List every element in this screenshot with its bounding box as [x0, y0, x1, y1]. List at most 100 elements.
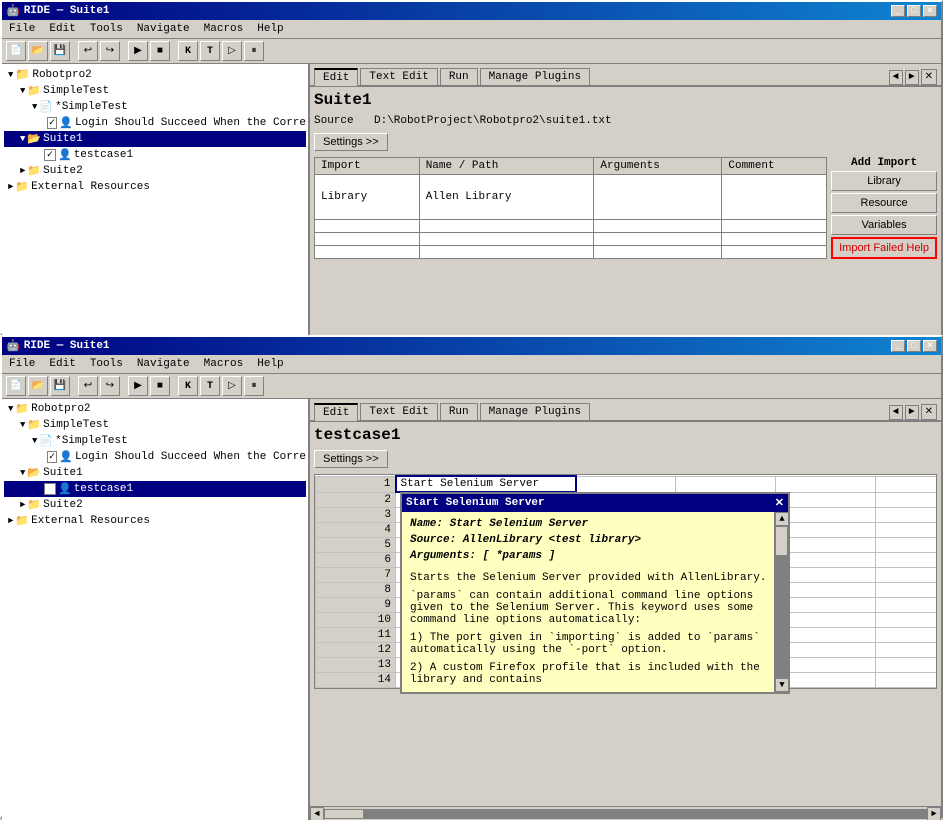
tree2-arrow-simpletest-file[interactable]: ▼: [32, 436, 37, 446]
tree-arrow-robotpro2[interactable]: ▼: [8, 70, 13, 80]
tree-item-suite1[interactable]: ▼ 📂 Suite1: [4, 131, 306, 147]
kw-arg-6-3[interactable]: [876, 553, 938, 568]
menu-file-1[interactable]: File: [6, 22, 38, 36]
menu-tools-2[interactable]: Tools: [87, 357, 126, 371]
kw-arg-10-2[interactable]: [776, 613, 876, 628]
tab-plugins-1[interactable]: Manage Plugins: [480, 68, 590, 85]
tab-plugins-2[interactable]: Manage Plugins: [480, 403, 590, 420]
tooltip-scroll-thumb[interactable]: [775, 526, 788, 556]
kw-arg-5-3[interactable]: [876, 538, 938, 553]
tab-next-2[interactable]: ►: [905, 405, 919, 420]
tree2-item-suite1[interactable]: ▼ 📂 Suite1: [4, 465, 306, 481]
kw-arg-13-3[interactable]: [876, 658, 938, 673]
tree-item-robotpro2[interactable]: ▼ 📁 Robotpro2: [4, 66, 306, 83]
kw-arg-11-3[interactable]: [876, 628, 938, 643]
tree2-arrow-simpletest[interactable]: ▼: [20, 420, 25, 430]
tree2-item-simpletest[interactable]: ▼ 📁 SimpleTest: [4, 417, 306, 433]
kw-arg-7-3[interactable]: [876, 568, 938, 583]
scroll-track[interactable]: [324, 809, 927, 819]
kw-arg-12-3[interactable]: [876, 643, 938, 658]
tab-run-1[interactable]: Run: [440, 68, 478, 85]
toolbar2-redo[interactable]: ↪: [100, 376, 120, 396]
toolbar2-undo[interactable]: ↩: [78, 376, 98, 396]
tree-arrow-simpletest[interactable]: ▼: [20, 86, 25, 96]
tree2-item-login[interactable]: ✓ 👤 Login Should Succeed When the Corre: [4, 449, 306, 465]
checkbox-testcase1[interactable]: ✓: [44, 149, 56, 161]
maximize-btn-2[interactable]: □: [907, 340, 921, 352]
menu-help-1[interactable]: Help: [254, 22, 286, 36]
kw-arg-5-2[interactable]: [776, 538, 876, 553]
kw-arg-3-3[interactable]: [876, 508, 938, 523]
scroll-thumb[interactable]: [324, 809, 364, 819]
toolbar-redo[interactable]: ↪: [100, 41, 120, 61]
toolbar2-t[interactable]: T: [200, 376, 220, 396]
kw-arg-14-2[interactable]: [776, 673, 876, 688]
tree-panel-1[interactable]: ▼ 📁 Robotpro2 ▼ 📁 SimpleTest ▼ 📄 *Simple…: [2, 64, 310, 337]
menu-tools-1[interactable]: Tools: [87, 22, 126, 36]
toolbar-play[interactable]: ▷: [222, 41, 242, 61]
kw-arg-8-2[interactable]: [776, 583, 876, 598]
checkbox2-login[interactable]: ✓: [47, 451, 57, 463]
close-btn-1[interactable]: ✕: [923, 5, 937, 17]
toolbar-open[interactable]: 📂: [28, 41, 48, 61]
minimize-btn-2[interactable]: _: [891, 340, 905, 352]
kw-arg-3-2[interactable]: [776, 508, 876, 523]
tree-item-simpletest-file[interactable]: ▼ 📄 *SimpleTest: [4, 99, 306, 115]
tree2-item-simpletest-file[interactable]: ▼ 📄 *SimpleTest: [4, 433, 306, 449]
toolbar2-play[interactable]: ▷: [222, 376, 242, 396]
toolbar2-new[interactable]: 📄: [6, 376, 26, 396]
menu-macros-1[interactable]: Macros: [201, 22, 247, 36]
toolbar-stop[interactable]: ■: [150, 41, 170, 61]
checkbox-login[interactable]: ✓: [47, 117, 57, 129]
tree-item-testcase1[interactable]: ✓ 👤 testcase1: [4, 147, 306, 163]
kw-arg-1-1[interactable]: [676, 476, 776, 492]
settings-btn-1[interactable]: Settings >>: [314, 133, 388, 151]
tab-edit-2[interactable]: Edit: [314, 403, 358, 421]
resource-btn[interactable]: Resource: [831, 193, 937, 213]
kw-arg-2-2[interactable]: [776, 492, 876, 508]
settings-btn-2[interactable]: Settings >>: [314, 450, 388, 468]
toolbar-new[interactable]: 📄: [6, 41, 26, 61]
toolbar-pause[interactable]: ⏸: [244, 41, 264, 61]
tooltip-close-btn[interactable]: ✕: [775, 496, 784, 510]
menu-navigate-1[interactable]: Navigate: [134, 22, 193, 36]
toolbar2-k[interactable]: K: [178, 376, 198, 396]
tree2-item-suite2[interactable]: ► 📁 Suite2: [4, 497, 306, 513]
menu-macros-2[interactable]: Macros: [201, 357, 247, 371]
menu-edit-2[interactable]: Edit: [46, 357, 78, 371]
kw-arg-14-3[interactable]: [876, 673, 938, 688]
kw-arg-11-2[interactable]: [776, 628, 876, 643]
kw-arg-9-2[interactable]: [776, 598, 876, 613]
tree2-arrow-robotpro2[interactable]: ▼: [8, 404, 13, 414]
toolbar-k[interactable]: K: [178, 41, 198, 61]
kw-arg-2-3[interactable]: [876, 492, 938, 508]
kw-arg-6-2[interactable]: [776, 553, 876, 568]
kw-arg-9-3[interactable]: [876, 598, 938, 613]
toolbar2-open[interactable]: 📂: [28, 376, 48, 396]
menu-help-2[interactable]: Help: [254, 357, 286, 371]
import-failed-btn[interactable]: Import Failed Help: [831, 237, 937, 259]
tab-prev-2[interactable]: ◄: [889, 405, 903, 420]
tab-textedit-1[interactable]: Text Edit: [360, 68, 437, 85]
tree2-arrow-suite1[interactable]: ▼: [20, 468, 25, 478]
kw-arg-1-0[interactable]: [576, 476, 676, 492]
variables-btn[interactable]: Variables: [831, 215, 937, 235]
toolbar2-pause[interactable]: ⏸: [244, 376, 264, 396]
kw-arg-4-3[interactable]: [876, 523, 938, 538]
tree-panel-2[interactable]: ▼ 📁 Robotpro2 ▼ 📁 SimpleTest ▼ 📄 *Simple…: [2, 399, 310, 820]
menu-edit-1[interactable]: Edit: [46, 22, 78, 36]
tree2-arrow-suite2[interactable]: ►: [20, 500, 25, 510]
tooltip-scroll-down[interactable]: ▼: [775, 678, 789, 692]
kw-arg-10-3[interactable]: [876, 613, 938, 628]
tree2-item-external[interactable]: ► 📁 External Resources: [4, 513, 306, 529]
kw-cell-1[interactable]: Start Selenium Server: [396, 476, 576, 492]
tree-arrow-suite1[interactable]: ▼: [20, 134, 25, 144]
tab-edit-1[interactable]: Edit: [314, 68, 358, 86]
kw-arg-1-3[interactable]: [876, 476, 938, 492]
minimize-btn-1[interactable]: _: [891, 5, 905, 17]
kw-row-1[interactable]: 1Start Selenium Server: [316, 476, 938, 492]
checkbox2-testcase1[interactable]: ✓: [44, 483, 56, 495]
tab-textedit-2[interactable]: Text Edit: [360, 403, 437, 420]
toolbar2-stop[interactable]: ■: [150, 376, 170, 396]
toolbar-t[interactable]: T: [200, 41, 220, 61]
